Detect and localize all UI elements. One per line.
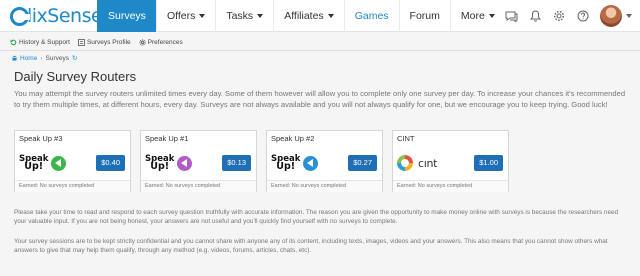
chevron-down-icon xyxy=(488,14,495,18)
megaphone-icon xyxy=(177,155,193,171)
logo-c-mark xyxy=(10,6,30,26)
router-name: Speak Up #2 xyxy=(271,134,315,143)
clixsense-logo[interactable]: lixSense xyxy=(10,5,103,27)
main-nav: Surveys Offers Tasks Affiliates Games Forum Mo… xyxy=(97,0,505,32)
speakup-logo: Speak Up! xyxy=(271,150,341,176)
nav-icon-group xyxy=(498,0,640,32)
avatar[interactable] xyxy=(600,5,622,27)
intro-text: You may attempt the survey routers unlim… xyxy=(14,89,626,109)
honesty-note: Please take your time to read and respon… xyxy=(14,209,619,226)
help-icon[interactable] xyxy=(572,0,594,32)
cint-wordmark: cınt xyxy=(418,156,438,170)
confidentiality-note: Your survey sessions are to be kept stri… xyxy=(14,238,608,255)
nav-item-label: Surveys xyxy=(108,10,146,22)
router-reward-button[interactable]: $0.27 xyxy=(348,155,377,171)
router-reward-button[interactable]: $1.00 xyxy=(474,155,503,171)
survey-router-cards: Speak Up #3 Speak Up! $0.40 Earned: No surve… xyxy=(14,130,518,192)
router-name: CINT xyxy=(397,134,415,143)
nav-item-tasks[interactable]: Tasks xyxy=(215,0,273,32)
history-icon xyxy=(10,39,17,45)
speakup-wordmark: Speak Up! xyxy=(145,155,174,172)
bell-icon[interactable] xyxy=(524,0,546,32)
gear-icon xyxy=(139,38,146,46)
router-earned-status: Earned: No surveys completed xyxy=(267,180,382,192)
nav-item-more[interactable]: More xyxy=(449,0,505,32)
router-earned-status: Earned: No surveys completed xyxy=(15,180,130,192)
survey-router-card[interactable]: Speak Up #3 Speak Up! $0.40 Earned: No surve… xyxy=(14,130,131,192)
breadcrumb-current: Surveys xyxy=(45,54,69,62)
history-support-label: History & Support xyxy=(19,38,70,46)
speakup-logo: Speak Up! xyxy=(19,150,89,176)
nav-item-affiliates[interactable]: Affiliates xyxy=(273,0,344,32)
surveys-profile-label: Surveys Profile xyxy=(86,38,131,46)
chevron-down-icon xyxy=(327,14,334,18)
cint-circle-icon xyxy=(397,155,413,171)
survey-router-card[interactable]: CINT cınt $1.00 Earned: No surveys complete… xyxy=(392,130,509,192)
nav-item-offers[interactable]: Offers xyxy=(155,0,215,32)
subnav-divider xyxy=(0,50,640,51)
profile-list-icon xyxy=(78,38,85,46)
cint-logo: cınt xyxy=(397,150,467,176)
breadcrumb-home[interactable]: Home xyxy=(11,55,37,62)
page-title: Daily Survey Routers xyxy=(14,69,137,84)
router-reward-button[interactable]: $0.40 xyxy=(96,155,125,171)
breadcrumb-separator: › xyxy=(40,54,43,62)
gear-icon[interactable] xyxy=(548,0,570,32)
nav-item-label: Forum xyxy=(409,10,440,22)
nav-item-surveys[interactable]: Surveys xyxy=(97,0,156,32)
chevron-down-icon xyxy=(199,14,206,18)
chevron-down-icon xyxy=(257,14,264,18)
speakup-word-2: Up! xyxy=(150,161,170,172)
preferences-label: Preferences xyxy=(147,38,183,46)
nav-item-label: Tasks xyxy=(226,10,254,22)
speakup-logo: Speak Up! xyxy=(145,150,215,176)
router-earned-status: Earned: No surveys completed xyxy=(393,180,508,192)
surveys-subnav: History & Support Surveys Profile Prefer… xyxy=(10,36,191,48)
survey-router-card[interactable]: Speak Up #2 Speak Up! $0.27 Earned: No surve… xyxy=(266,130,383,192)
home-icon xyxy=(11,55,18,61)
speakup-wordmark: Speak Up! xyxy=(19,155,48,172)
top-navbar: lixSense Surveys Offers Tasks Affiliates Gam… xyxy=(0,0,640,32)
megaphone-icon xyxy=(51,155,67,171)
nav-item-label: More xyxy=(460,10,485,22)
speakup-word-2: Up! xyxy=(24,161,44,172)
refresh-icon[interactable]: ↻ xyxy=(72,54,77,62)
logo-text: lixSense xyxy=(27,5,103,27)
nav-item-forum[interactable]: Forum xyxy=(398,0,450,32)
speakup-wordmark: Speak Up! xyxy=(271,155,300,172)
breadcrumb-home-label: Home xyxy=(20,54,38,62)
chevron-down-icon[interactable] xyxy=(626,14,632,18)
survey-router-card[interactable]: Speak Up #1 Speak Up! $0.13 Earned: No surve… xyxy=(140,130,257,192)
preferences-link[interactable]: Preferences xyxy=(139,39,183,46)
speakup-word-2: Up! xyxy=(276,161,296,172)
nav-item-label: Games xyxy=(354,10,389,22)
nav-item-label: Offers xyxy=(166,10,196,22)
router-name: Speak Up #3 xyxy=(19,134,63,143)
surveys-profile-link[interactable]: Surveys Profile xyxy=(78,39,131,46)
nav-item-games[interactable]: Games xyxy=(343,0,399,32)
router-earned-status: Earned: No surveys completed xyxy=(141,180,256,192)
history-support-link[interactable]: History & Support xyxy=(10,39,70,46)
router-reward-button[interactable]: $0.13 xyxy=(222,155,251,171)
megaphone-icon xyxy=(303,155,319,171)
router-name: Speak Up #1 xyxy=(145,134,189,143)
nav-item-label: Affiliates xyxy=(284,10,324,22)
breadcrumb: Home › Surveys ↻ xyxy=(11,54,77,62)
chat-icon[interactable] xyxy=(500,0,522,32)
